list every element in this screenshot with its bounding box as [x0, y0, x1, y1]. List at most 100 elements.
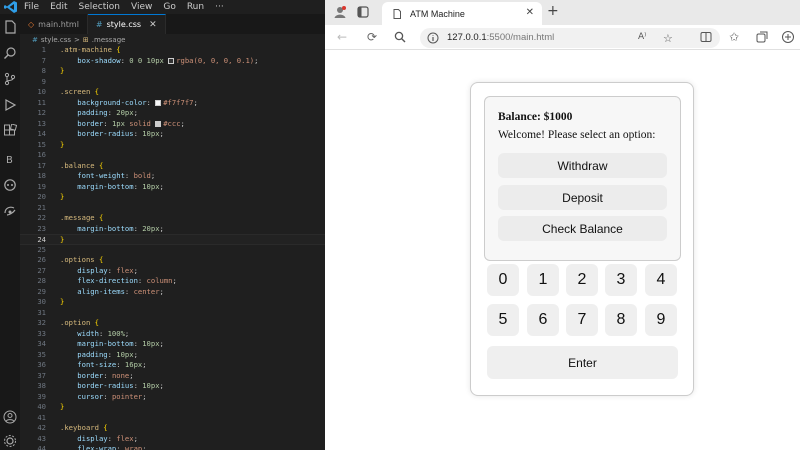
- color-swatch-icon[interactable]: [155, 99, 162, 106]
- code-line[interactable]: 30}: [20, 297, 325, 308]
- key-5-button[interactable]: 5: [487, 304, 519, 336]
- withdraw-button[interactable]: Withdraw: [498, 153, 667, 178]
- tab-style-css[interactable]: # style.css ✕: [87, 14, 166, 34]
- enter-button[interactable]: Enter: [487, 346, 678, 379]
- code-line[interactable]: 42 .keyboard {: [20, 423, 325, 434]
- menu-go[interactable]: Go: [163, 2, 175, 12]
- key-1-button[interactable]: 1: [527, 264, 559, 296]
- code-line[interactable]: 43 display: flex;: [20, 434, 325, 445]
- search-icon[interactable]: [393, 30, 407, 44]
- code-line[interactable]: 28 flex-direction: column;: [20, 276, 325, 287]
- close-tab-icon[interactable]: ✕: [149, 20, 157, 30]
- line-number: 7: [41, 55, 46, 65]
- extensions-icon[interactable]: [781, 30, 795, 44]
- refresh-icon[interactable]: ⟳: [365, 30, 379, 44]
- breadcrumb-file[interactable]: style.css: [41, 36, 71, 44]
- code-line[interactable]: 29 align-items: center;: [20, 287, 325, 298]
- source-control-icon[interactable]: [3, 72, 17, 86]
- code-line[interactable]: 41: [20, 413, 325, 424]
- code-line[interactable]: 24}: [20, 234, 325, 245]
- code-line[interactable]: 36 font-size: 16px;: [20, 360, 325, 371]
- remote-explorer-icon[interactable]: [3, 204, 17, 218]
- code-line[interactable]: 33 width: 100%;: [20, 329, 325, 340]
- code-line[interactable]: 9: [20, 77, 325, 88]
- code-line[interactable]: 7 box-shadow: 0 0 10px rgba(0, 0, 0, 0.1…: [20, 56, 325, 67]
- code-line[interactable]: 15}: [20, 140, 325, 151]
- key-4-button[interactable]: 4: [645, 264, 677, 296]
- code-line[interactable]: 40}: [20, 402, 325, 413]
- copilot-icon[interactable]: [3, 178, 17, 192]
- settings-gear-icon[interactable]: [3, 434, 17, 448]
- code-line[interactable]: 20}: [20, 192, 325, 203]
- code-token: flex: [116, 433, 134, 443]
- code-line[interactable]: 37 border: none;: [20, 371, 325, 382]
- tab-actions-icon[interactable]: [357, 6, 369, 18]
- code-line[interactable]: 39 cursor: pointer;: [20, 392, 325, 403]
- key-7-button[interactable]: 7: [566, 304, 598, 336]
- color-swatch-icon[interactable]: [168, 57, 175, 64]
- browser-tab-atm[interactable]: ATM Machine ✕: [382, 2, 542, 25]
- code-text: display: flex;: [60, 266, 138, 277]
- code-line[interactable]: 35 padding: 10px;: [20, 350, 325, 361]
- code-line[interactable]: 12 padding: 20px;: [20, 108, 325, 119]
- key-3-button[interactable]: 3: [605, 264, 637, 296]
- explorer-icon[interactable]: [3, 20, 17, 34]
- code-line[interactable]: 18 font-weight: bold;: [20, 171, 325, 182]
- key-8-button[interactable]: 8: [605, 304, 637, 336]
- favorite-star-icon[interactable]: ☆: [663, 32, 673, 45]
- code-line[interactable]: 23 margin-bottom: 20px;: [20, 224, 325, 235]
- code-line[interactable]: 16: [20, 150, 325, 161]
- b-extension-icon[interactable]: B: [3, 152, 17, 166]
- read-aloud-icon[interactable]: A⁾: [638, 32, 646, 42]
- code-line[interactable]: 34 margin-bottom: 10px;: [20, 339, 325, 350]
- favorites-icon[interactable]: ✩: [727, 30, 741, 44]
- menu-run[interactable]: Run: [187, 2, 204, 12]
- key-9-button[interactable]: 9: [645, 304, 677, 336]
- breadcrumb-symbol[interactable]: .message: [92, 36, 126, 44]
- code-line[interactable]: 32 .option {: [20, 318, 325, 329]
- code-editor[interactable]: 1 .atm-machine {7 box-shadow: 0 0 10px rg…: [20, 45, 325, 450]
- collections-icon[interactable]: [755, 30, 769, 44]
- code-line[interactable]: 31: [20, 308, 325, 319]
- key-0-button[interactable]: 0: [487, 264, 519, 296]
- code-line[interactable]: 22 .message {: [20, 213, 325, 224]
- back-arrow-icon[interactable]: ←: [335, 30, 349, 44]
- account-icon[interactable]: [3, 410, 17, 424]
- run-debug-icon[interactable]: [3, 98, 17, 112]
- menu-view[interactable]: View: [131, 2, 152, 12]
- menu-more[interactable]: ···: [215, 2, 224, 12]
- code-line[interactable]: 27 display: flex;: [20, 266, 325, 277]
- split-screen-icon[interactable]: [699, 30, 713, 44]
- code-line[interactable]: 21: [20, 203, 325, 214]
- color-swatch-icon[interactable]: [155, 120, 162, 127]
- code-line[interactable]: 1 .atm-machine {: [20, 45, 325, 56]
- code-line[interactable]: 11 background-color: #f7f7f7;: [20, 98, 325, 109]
- key-6-button[interactable]: 6: [527, 304, 559, 336]
- code-line[interactable]: 10 .screen {: [20, 87, 325, 98]
- site-info-icon[interactable]: [427, 32, 439, 44]
- code-line[interactable]: 14 border-radius: 10px;: [20, 129, 325, 140]
- search-icon[interactable]: [3, 46, 17, 60]
- html-file-icon: ◇: [28, 19, 35, 29]
- menu-selection[interactable]: Selection: [79, 2, 120, 12]
- code-line[interactable]: 38 border-radius: 10px;: [20, 381, 325, 392]
- profile-icon[interactable]: [333, 5, 347, 19]
- code-line[interactable]: 25: [20, 245, 325, 256]
- menu-edit[interactable]: Edit: [50, 2, 67, 12]
- key-2-button[interactable]: 2: [566, 264, 598, 296]
- close-tab-icon[interactable]: ✕: [526, 7, 534, 18]
- menu-file[interactable]: File: [24, 2, 39, 12]
- code-line[interactable]: 8}: [20, 66, 325, 77]
- code-line[interactable]: 44 flex-wrap: wrap;: [20, 444, 325, 450]
- tab-main-html[interactable]: ◇ main.html: [20, 14, 88, 34]
- address-bar[interactable]: 127.0.0.1:5500/main.html A⁾ ☆: [420, 28, 720, 48]
- code-line[interactable]: 26 .options {: [20, 255, 325, 266]
- code-line[interactable]: 13 border: 1px solid #ccc;: [20, 119, 325, 130]
- extensions-icon[interactable]: [3, 124, 17, 138]
- new-tab-button[interactable]: +: [547, 3, 559, 19]
- check-balance-button[interactable]: Check Balance: [498, 216, 667, 241]
- deposit-button[interactable]: Deposit: [498, 185, 667, 210]
- url-path: :5500/main.html: [486, 32, 555, 43]
- code-line[interactable]: 19 margin-bottom: 10px;: [20, 182, 325, 193]
- code-line[interactable]: 17 .balance {: [20, 161, 325, 172]
